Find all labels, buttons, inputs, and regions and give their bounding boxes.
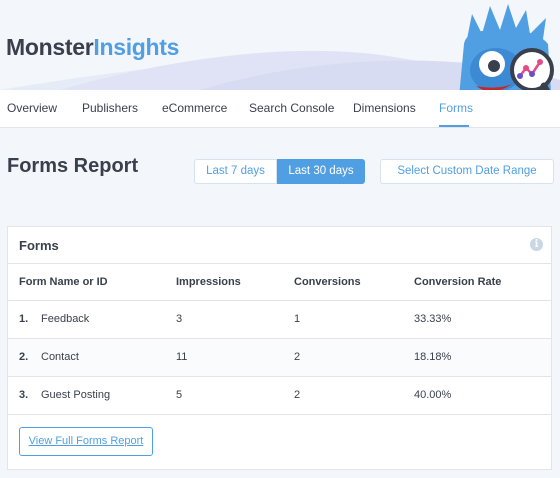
tab-overview[interactable]: Overview bbox=[7, 101, 57, 115]
last-7-days-button[interactable]: Last 7 days bbox=[194, 159, 277, 184]
column-header-conversions: Conversions bbox=[294, 276, 361, 288]
conversions-value: 2 bbox=[294, 351, 301, 363]
conversion-rate-value: 40.00% bbox=[414, 389, 452, 401]
conversion-rate-value: 18.18% bbox=[414, 351, 452, 363]
brand-logo[interactable]: MonsterInsights bbox=[6, 34, 179, 61]
column-header-conversion-rate: Conversion Rate bbox=[414, 276, 502, 288]
active-tab-indicator bbox=[439, 125, 469, 127]
table-row: 1. Feedback 3 1 33.33% bbox=[8, 301, 551, 339]
brand-logo-part1: Monster bbox=[6, 34, 94, 60]
brand-logo-part2: Insights bbox=[93, 34, 180, 60]
tab-search-console[interactable]: Search Console bbox=[249, 101, 334, 115]
table-row: 3. Guest Posting 5 2 40.00% bbox=[8, 377, 551, 415]
forms-card: Forms i Form Name or ID Impressions Conv… bbox=[7, 226, 552, 470]
report-nav: Overview Publishers eCommerce Search Con… bbox=[0, 90, 560, 128]
tab-ecommerce[interactable]: eCommerce bbox=[162, 101, 227, 115]
conversions-value: 1 bbox=[294, 313, 301, 325]
table-row: 2. Contact 11 2 18.18% bbox=[8, 339, 551, 377]
header-banner: MonsterInsights bbox=[0, 0, 560, 90]
tab-publishers[interactable]: Publishers bbox=[82, 101, 138, 115]
view-full-forms-report-button[interactable]: View Full Forms Report bbox=[19, 427, 153, 456]
row-number: 3. bbox=[19, 389, 29, 401]
monster-mascot-icon bbox=[459, 4, 554, 90]
page-title: Forms Report bbox=[7, 155, 139, 177]
tab-dimensions[interactable]: Dimensions bbox=[353, 101, 416, 115]
row-number: 2. bbox=[19, 351, 29, 363]
form-name: Contact bbox=[41, 351, 79, 363]
form-name: Guest Posting bbox=[41, 389, 111, 401]
impressions-value: 11 bbox=[176, 351, 188, 363]
table-header: Form Name or ID Impressions Conversions … bbox=[8, 263, 551, 301]
impressions-value: 5 bbox=[176, 389, 183, 401]
column-header-form-name: Form Name or ID bbox=[19, 276, 108, 288]
conversion-rate-value: 33.33% bbox=[414, 313, 452, 325]
info-icon[interactable]: i bbox=[530, 238, 543, 251]
form-name: Feedback bbox=[41, 313, 90, 325]
custom-date-range-button[interactable]: Select Custom Date Range bbox=[380, 159, 554, 184]
card-title: Forms bbox=[19, 238, 59, 253]
row-number: 1. bbox=[19, 313, 29, 325]
impressions-value: 3 bbox=[176, 313, 183, 325]
column-header-impressions: Impressions bbox=[176, 276, 241, 288]
date-range-toggle: Last 7 days Last 30 days bbox=[194, 159, 365, 184]
conversions-value: 2 bbox=[294, 389, 301, 401]
last-30-days-button[interactable]: Last 30 days bbox=[277, 159, 365, 184]
tab-forms[interactable]: Forms bbox=[439, 101, 473, 115]
